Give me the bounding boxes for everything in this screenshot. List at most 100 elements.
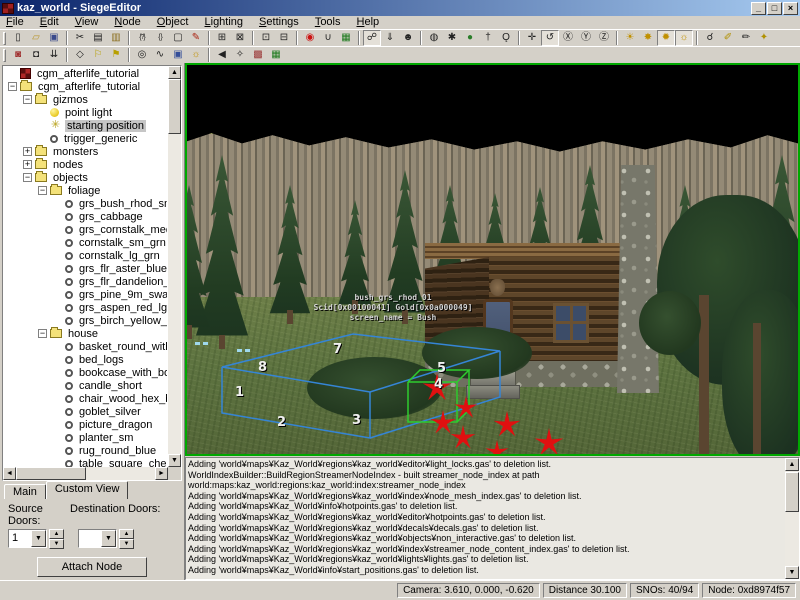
flash-all-button[interactable]: ✸: [639, 30, 657, 46]
tab-custom-view[interactable]: Custom View: [46, 481, 129, 499]
copy-nodes-button[interactable]: ⊡: [257, 30, 275, 46]
tree-item-grs-aspen-red-lg-sway[interactable]: grs_aspen_red_lg_sway: [4, 301, 167, 314]
scroll-right-icon[interactable]: ►: [155, 467, 168, 480]
spin-down-icon[interactable]: ▼: [119, 539, 134, 549]
paste-nodes-button[interactable]: ⊟: [275, 30, 293, 46]
tree-item-cornstalk-sm-grn[interactable]: cornstalk_sm_grn: [4, 236, 167, 249]
lock-z-button[interactable]: Ⓩ: [595, 30, 613, 46]
monster-button[interactable]: ☻: [399, 30, 417, 46]
bulb-tool-button[interactable]: ☼: [187, 47, 205, 63]
collapse-icon[interactable]: −: [23, 173, 32, 182]
lamp-button[interactable]: ☼: [675, 30, 693, 46]
tree-item-starting-position[interactable]: ✳starting position: [4, 119, 167, 132]
money-bag-button[interactable]: ●: [461, 30, 479, 46]
paste-button[interactable]: ▥: [107, 30, 125, 46]
query-orb-button[interactable]: ◍: [425, 30, 443, 46]
node-grid-button[interactable]: ⊞: [213, 30, 231, 46]
tree-item-gizmos[interactable]: −gizmos: [4, 93, 167, 106]
copy-button[interactable]: ▤: [89, 30, 107, 46]
insert-below-button[interactable]: ⇓: [381, 30, 399, 46]
camera-record-button[interactable]: ◙: [9, 47, 27, 63]
3d-viewport[interactable]: 7812354bush_grs_rhod_01Scid[0x00100041] …: [185, 63, 800, 456]
tree-item-goblet-silver[interactable]: goblet_silver: [4, 405, 167, 418]
sword-button[interactable]: †: [479, 30, 497, 46]
cubes-alt-button[interactable]: ▩: [249, 47, 267, 63]
tree-item-cgm-afterlife-tutorial[interactable]: cgm_afterlife_tutorial: [4, 67, 167, 80]
hand-tool-button[interactable]: ∿: [151, 47, 169, 63]
gas-query-button[interactable]: {?}: [133, 30, 151, 46]
collapse-icon[interactable]: −: [23, 95, 32, 104]
tree-item-chair-wood-hex-back[interactable]: chair_wood_hex_back: [4, 392, 167, 405]
orbit-tool-button[interactable]: ☌: [701, 30, 719, 46]
tree-item-table-square-cherry-s[interactable]: table_square_cherry_s: [4, 457, 167, 467]
save-file-button[interactable]: ▣: [45, 30, 63, 46]
tree-vscrollbar[interactable]: ▲ ▼: [168, 66, 181, 467]
node-green-button[interactable]: ▦: [267, 47, 285, 63]
scroll-down-icon[interactable]: ▼: [785, 566, 799, 579]
flag-yellow-button[interactable]: ⚑: [107, 47, 125, 63]
tree-item-grs-cornstalk-med-grn[interactable]: grs_cornstalk_med_grn: [4, 223, 167, 236]
object-marker-star[interactable]: [535, 428, 564, 455]
tree-item-objects[interactable]: −objects: [4, 171, 167, 184]
cone-select-button[interactable]: ◀: [213, 47, 231, 63]
open-file-button[interactable]: ▱: [27, 30, 45, 46]
tree-item-rug-round-blue[interactable]: rug_round_blue: [4, 444, 167, 457]
object-marker-star[interactable]: [494, 411, 521, 436]
record-button[interactable]: ◉: [301, 30, 319, 46]
flash-selected-button[interactable]: ✹: [657, 30, 675, 46]
tree-item-grs-bush-rhod-sm[interactable]: grs_bush_rhod_sm: [4, 197, 167, 210]
lock-y-button[interactable]: Ⓨ: [577, 30, 595, 46]
scroll-down-icon[interactable]: ▼: [168, 454, 181, 467]
menu-tools[interactable]: Tools: [310, 16, 352, 29]
tree-item-grs-cabbage[interactable]: grs_cabbage: [4, 210, 167, 223]
scroll-up-icon[interactable]: ▲: [785, 458, 799, 471]
sun-light-button[interactable]: ☀: [621, 30, 639, 46]
menu-help[interactable]: Help: [352, 16, 391, 29]
spin-down-icon[interactable]: ▼: [49, 539, 64, 549]
tree-item-basket-round-with-lid[interactable]: basket_round_with_lid: [4, 340, 167, 353]
menu-object[interactable]: Object: [152, 16, 200, 29]
select-marquee-button[interactable]: ▢: [169, 30, 187, 46]
light-pen-button[interactable]: ✐: [719, 30, 737, 46]
gizmo-diamond-button[interactable]: ✧: [231, 47, 249, 63]
menu-node[interactable]: Node: [109, 16, 151, 29]
tree-item-cgm-afterlife-tutorial[interactable]: −cgm_afterlife_tutorial: [4, 80, 167, 93]
menu-settings[interactable]: Settings: [254, 16, 310, 29]
collapse-icon[interactable]: −: [38, 186, 47, 195]
tree-item-picture-dragon[interactable]: picture_dragon: [4, 418, 167, 431]
menu-lighting[interactable]: Lighting: [200, 16, 255, 29]
destination-doors-spinner[interactable]: ▲ ▼: [119, 529, 134, 549]
lasso-button[interactable]: Ǫ: [497, 30, 515, 46]
dropdown-arrow-icon[interactable]: ▼: [31, 530, 46, 547]
tree-item-cornstalk-lg-grn[interactable]: cornstalk_lg_grn: [4, 249, 167, 262]
tab-main[interactable]: Main: [4, 484, 46, 499]
camera-path-button[interactable]: ◘: [27, 47, 45, 63]
move-gizmo-button[interactable]: ✛: [523, 30, 541, 46]
spin-up-icon[interactable]: ▲: [119, 529, 134, 539]
destination-doors-select[interactable]: ▼: [78, 529, 117, 548]
object-marker-star[interactable]: [451, 425, 476, 449]
rotate-gizmo-button[interactable]: ↺: [541, 30, 559, 46]
node-grid-alt-button[interactable]: ⊠: [231, 30, 249, 46]
tree-item-nodes[interactable]: +nodes: [4, 158, 167, 171]
menu-view[interactable]: View: [70, 16, 110, 29]
camera-drop-button[interactable]: ⇊: [45, 47, 63, 63]
source-doors-select[interactable]: 1 ▼: [8, 529, 47, 548]
new-file-button[interactable]: ▯: [9, 30, 27, 46]
select-node-button[interactable]: ◎: [133, 47, 151, 63]
tree-item-monsters[interactable]: +monsters: [4, 145, 167, 158]
collapse-icon[interactable]: −: [8, 82, 17, 91]
object-marker-star[interactable]: [455, 396, 478, 418]
magnet-button[interactable]: ∪: [319, 30, 337, 46]
menu-file[interactable]: File: [1, 16, 35, 29]
tree-item-house[interactable]: −house: [4, 327, 167, 340]
tree-item-bookcase-with-books[interactable]: bookcase_with_books: [4, 366, 167, 379]
query-star-button[interactable]: ✱: [443, 30, 461, 46]
tree-item-planter-sm[interactable]: planter_sm: [4, 431, 167, 444]
scroll-left-icon[interactable]: ◄: [3, 467, 16, 480]
object-marker-star[interactable]: [486, 440, 509, 456]
cut-button[interactable]: ✂: [71, 30, 89, 46]
tree-item-grs-pine-9m-sway[interactable]: grs_pine_9m_sway: [4, 288, 167, 301]
scroll-up-icon[interactable]: ▲: [168, 66, 181, 79]
tree-item-point-light[interactable]: point light: [4, 106, 167, 119]
